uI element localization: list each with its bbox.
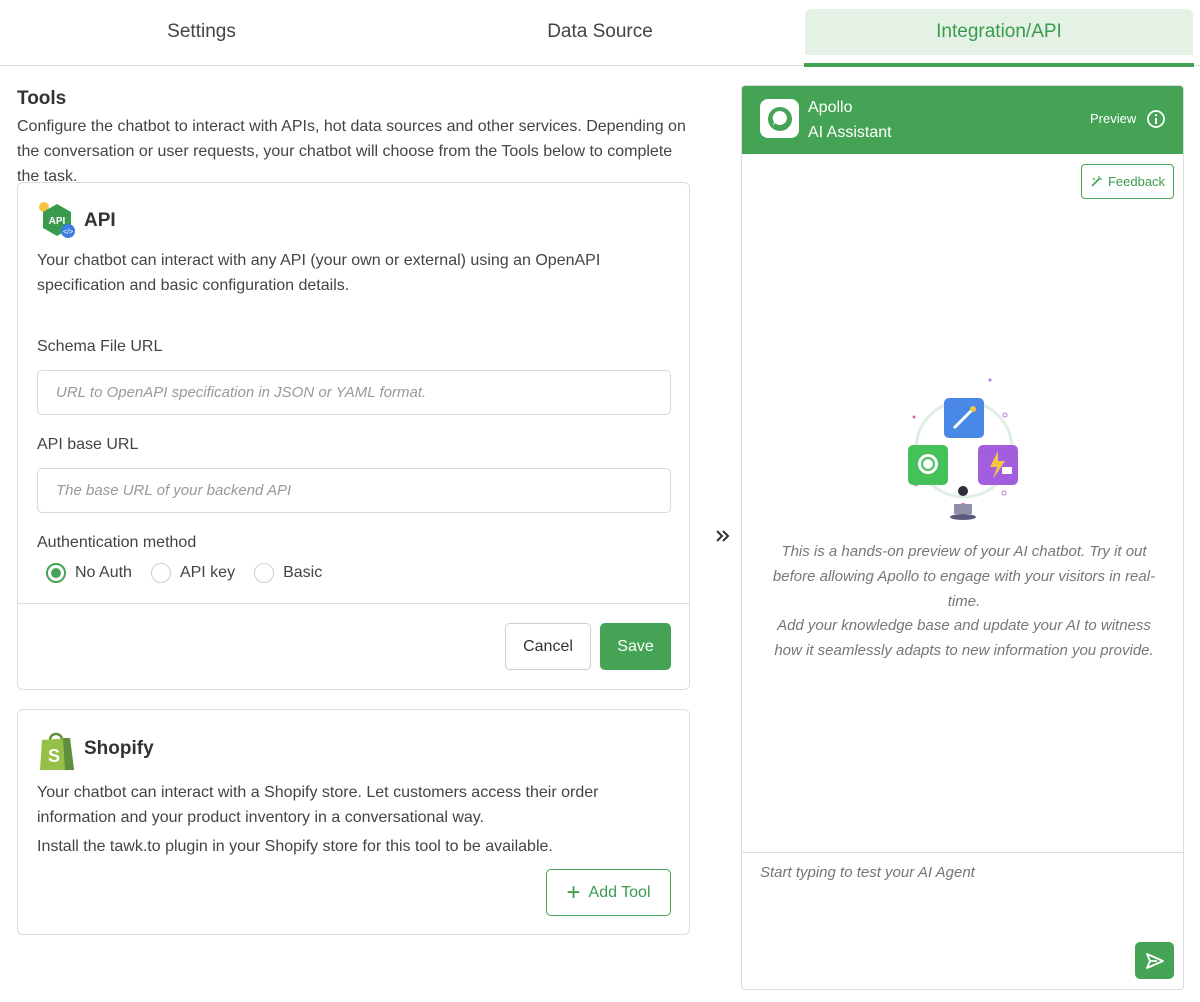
chat-bot-subtitle: AI Assistant	[808, 124, 892, 141]
tab-settings[interactable]: Settings	[0, 9, 403, 55]
api-tool-card: API </> API Your chatbot can interact wi…	[17, 182, 690, 690]
ai-assistant-illustration	[902, 371, 1032, 521]
feedback-sparkle-icon	[1091, 176, 1102, 187]
shopify-tool-card: S Shopify Your chatbot can interact with…	[17, 709, 690, 935]
feedback-button[interactable]: Feedback	[1081, 164, 1174, 199]
radio-unselected-icon[interactable]	[150, 563, 171, 583]
tools-description: Configure the chatbot to interact with A…	[17, 118, 686, 185]
chat-preview-panel: Apollo AI Assistant Preview Feedback Thi…	[741, 85, 1184, 990]
api-card-description: Your chatbot can interact with any API (…	[37, 252, 601, 294]
api-base-url-input[interactable]	[37, 468, 671, 513]
info-icon[interactable]	[1146, 109, 1166, 129]
add-tool-button[interactable]: + Add Tool	[546, 869, 671, 916]
svg-text:API: API	[49, 216, 66, 227]
auth-method-label: Authentication method	[37, 534, 197, 551]
auth-method-radio-group: No Auth API key Basic	[46, 563, 341, 583]
svg-text:S: S	[48, 746, 60, 766]
chat-input-divider	[742, 852, 1183, 853]
chat-bot-name: Apollo	[808, 99, 853, 116]
plus-icon: +	[566, 878, 581, 906]
chat-bubble-avatar-icon	[760, 99, 799, 138]
radio-unselected-icon[interactable]	[254, 563, 275, 583]
preview-label: Preview	[1090, 111, 1137, 126]
collapse-panel-icon[interactable]	[712, 525, 734, 547]
card-divider	[18, 603, 689, 604]
send-icon	[1145, 952, 1164, 969]
tab-data-source[interactable]: Data Source	[403, 9, 797, 55]
shopify-card-description: Your chatbot can interact with a Shopify…	[37, 784, 599, 826]
auth-option-label: No Auth	[75, 564, 132, 581]
svg-text:</>: </>	[63, 229, 73, 236]
api-base-url-label: API base URL	[37, 436, 139, 453]
api-icon: API </>	[37, 200, 77, 240]
schema-file-url-input[interactable]	[37, 370, 671, 415]
tools-heading: Tools	[17, 88, 67, 109]
chat-header: Apollo AI Assistant Preview	[742, 86, 1183, 154]
auth-radio-basic[interactable]: Basic	[254, 563, 322, 583]
shopify-bag-icon: S	[37, 728, 77, 772]
send-button[interactable]	[1135, 942, 1174, 979]
auth-radio-api-key[interactable]: API key	[150, 563, 236, 583]
radio-selected-icon[interactable]	[46, 563, 66, 583]
shopify-card-title: Shopify	[84, 738, 154, 759]
auth-option-label: Basic	[283, 564, 323, 581]
chat-intro-text-2: Add your knowledge base and update your …	[774, 617, 1154, 659]
shopify-install-note: Install the tawk.to plugin in your Shopi…	[37, 838, 553, 855]
feedback-label: Feedback	[1107, 174, 1166, 189]
add-tool-label: Add Tool	[588, 883, 651, 901]
active-tab-indicator	[804, 63, 1194, 67]
cancel-button[interactable]: Cancel	[505, 623, 591, 670]
chat-message-input[interactable]	[760, 864, 1160, 881]
tab-integration-api[interactable]: Integration/API	[805, 9, 1193, 55]
api-card-title: API	[84, 210, 116, 231]
auth-radio-no-auth[interactable]: No Auth	[46, 563, 132, 583]
chat-intro-text: This is a hands-on preview of your AI ch…	[772, 543, 1156, 610]
auth-option-label: API key	[179, 564, 236, 581]
schema-file-url-label: Schema File URL	[37, 338, 163, 355]
tab-bar: Settings Data Source Integration/API	[0, 0, 1200, 67]
save-button[interactable]: Save	[600, 623, 671, 670]
